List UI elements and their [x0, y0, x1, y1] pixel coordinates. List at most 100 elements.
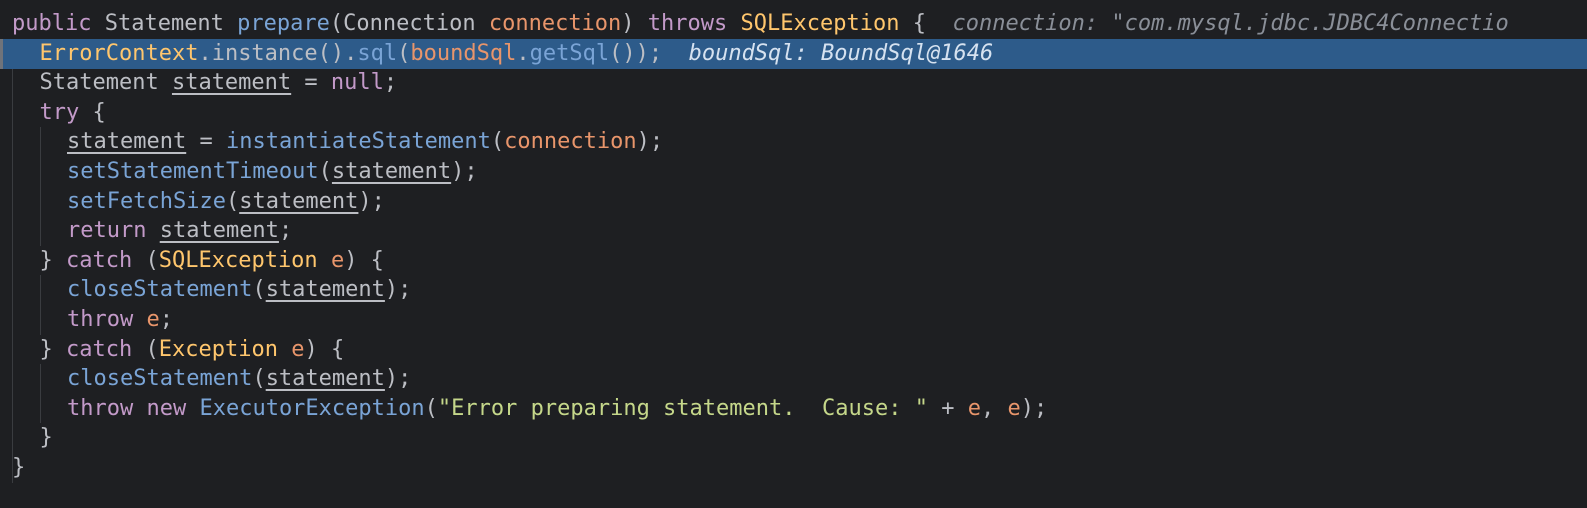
code-text: statement = instantiateStatement(connect…	[67, 127, 663, 157]
code-text: } catch (Exception e) {	[40, 335, 345, 365]
code-line[interactable]: Statement statement = null;	[0, 68, 1587, 98]
inlay-value-hint: connection: "com.mysql.jdbc.JDBC4Connect…	[925, 11, 1509, 36]
code-token: .	[516, 40, 530, 66]
code-token: (	[329, 11, 344, 36]
inlay-value-hint: boundSql: BoundSql@1646	[662, 40, 994, 66]
code-token: ExecutorException	[199, 395, 425, 421]
code-token: Exception	[158, 336, 278, 362]
code-token: connection	[504, 129, 637, 155]
code-token: ,	[980, 395, 1008, 421]
code-token: catch	[66, 336, 133, 362]
code-token: +	[927, 395, 968, 421]
code-token: =	[291, 70, 331, 96]
code-token: Connection	[343, 11, 489, 36]
code-token: SQLException	[158, 247, 318, 273]
code-token: throws	[647, 11, 741, 36]
code-token: sql	[357, 40, 398, 66]
code-token: closeStatement	[67, 277, 253, 303]
code-line[interactable]: public Statement prepare(Connection conn…	[0, 9, 1587, 39]
code-token: (	[490, 129, 505, 155]
code-token: ;	[159, 307, 173, 332]
code-text: closeStatement(statement);	[67, 275, 411, 305]
code-token: ;	[383, 70, 398, 96]
code-text: public Statement prepare(Connection conn…	[12, 9, 1509, 39]
code-token: );	[1020, 395, 1048, 421]
code-line[interactable]: }	[0, 453, 1587, 483]
code-token: );	[384, 277, 412, 303]
code-line[interactable]: setFetchSize(statement);	[0, 187, 1587, 217]
code-text: }	[12, 453, 25, 483]
code-token: setStatementTimeout	[67, 159, 319, 184]
code-line[interactable]: throw e;	[0, 305, 1587, 335]
code-token: statement	[239, 188, 359, 214]
code-token: Statement	[39, 70, 172, 96]
code-text: } catch (SQLException e) {	[40, 246, 384, 276]
code-token: statement	[265, 366, 385, 392]
code-token: statement	[67, 129, 187, 155]
code-token: throw	[67, 307, 147, 332]
code-token: e	[330, 247, 345, 273]
code-token: )	[621, 11, 648, 36]
code-token: }	[39, 336, 66, 362]
code-line[interactable]: throw new ExecutorException("Error prepa…	[0, 394, 1587, 424]
code-token: setFetchSize	[67, 188, 226, 214]
code-token: prepare	[237, 11, 330, 36]
code-token: }	[12, 455, 26, 480]
code-token: ) {	[344, 247, 384, 273]
code-token: }	[39, 425, 53, 451]
code-line[interactable]: closeStatement(statement);	[0, 275, 1587, 305]
code-token: (	[225, 188, 240, 214]
code-token: {	[899, 11, 926, 36]
code-token: public	[12, 11, 105, 36]
code-line[interactable]: closeStatement(statement);	[0, 364, 1587, 394]
code-token: (	[397, 40, 411, 66]
execution-point-marker	[0, 38, 3, 69]
code-token: (	[252, 366, 266, 392]
code-token: ErrorContext	[39, 40, 199, 66]
code-token: );	[636, 129, 664, 155]
code-token: try	[39, 99, 80, 125]
code-line[interactable]: } catch (Exception e) {	[0, 335, 1587, 365]
code-token: connection	[488, 11, 622, 36]
code-token: statement	[171, 70, 292, 96]
code-token: null	[330, 70, 384, 96]
code-token: ());	[609, 40, 663, 66]
code-token: "Error preparing statement. Cause: "	[437, 395, 928, 421]
code-token: );	[451, 159, 478, 184]
code-text: }	[40, 423, 53, 453]
code-text: ErrorContext.instance().sql(boundSql.get…	[40, 39, 994, 69]
code-token: e	[146, 307, 160, 332]
code-token: (	[132, 247, 159, 273]
code-token: new	[146, 395, 200, 421]
code-editor[interactable]: public Statement prepare(Connection conn…	[0, 0, 1587, 508]
code-token: closeStatement	[67, 366, 253, 392]
code-token: ;	[278, 218, 293, 244]
code-token: ) {	[304, 336, 345, 362]
code-line[interactable]: try {	[0, 98, 1587, 128]
code-text: setFetchSize(statement);	[67, 187, 385, 217]
code-line[interactable]: setStatementTimeout(statement);	[0, 157, 1587, 187]
code-line[interactable]: } catch (SQLException e) {	[0, 246, 1587, 276]
code-token: );	[384, 366, 412, 392]
code-token: instantiateStatement	[225, 129, 491, 155]
code-line[interactable]: return statement;	[0, 216, 1587, 246]
code-token: e	[1007, 395, 1021, 421]
code-token: e	[291, 336, 305, 362]
code-line[interactable]: }	[0, 423, 1587, 453]
code-token: SQLException	[740, 11, 900, 36]
code-token: .instance().	[198, 40, 358, 66]
code-token: (	[424, 395, 438, 421]
code-text: throw new ExecutorException("Error prepa…	[67, 394, 1047, 424]
code-token: {	[79, 99, 106, 125]
code-text: setStatementTimeout(statement);	[67, 157, 478, 187]
code-token: boundSql	[410, 40, 517, 66]
code-token: =	[186, 129, 226, 155]
code-token: (	[318, 159, 332, 184]
code-text: closeStatement(statement);	[67, 364, 411, 394]
code-token: (	[252, 277, 266, 303]
code-token: statement	[159, 218, 279, 244]
current-line[interactable]: ErrorContext.instance().sql(boundSql.get…	[0, 38, 1587, 69]
code-line[interactable]: statement = instantiateStatement(connect…	[0, 127, 1587, 157]
code-token: getSql	[529, 40, 610, 66]
